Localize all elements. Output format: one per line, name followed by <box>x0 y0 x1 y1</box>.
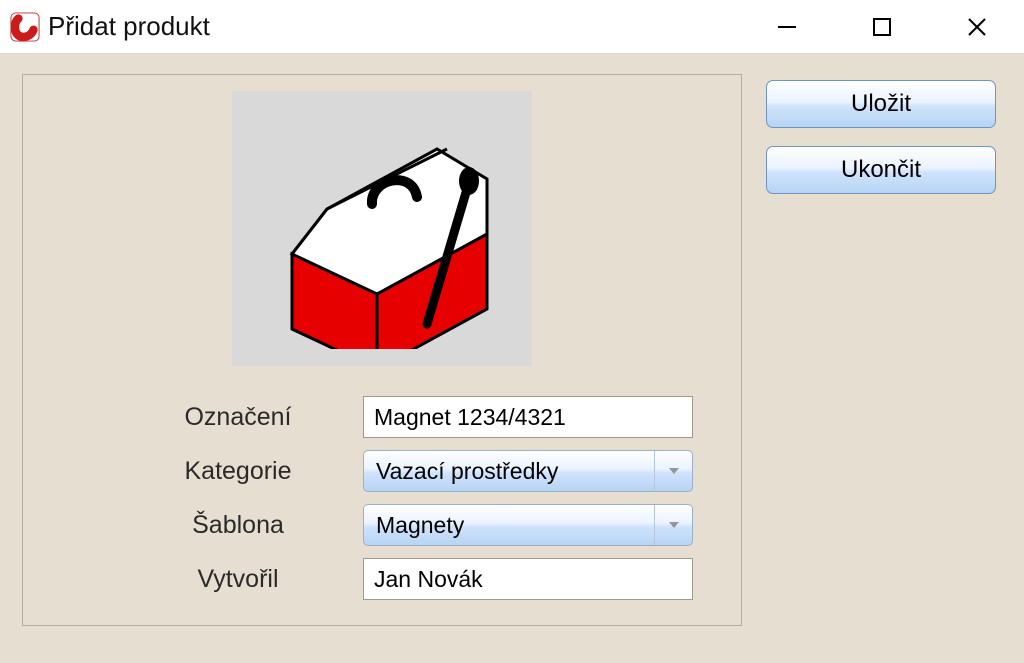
action-buttons: Uložit Ukončit <box>766 80 996 212</box>
row-created-by: Vytvořil <box>113 558 711 600</box>
close-button[interactable] <box>929 0 1024 53</box>
product-image <box>232 91 532 366</box>
product-panel: Označení Kategorie Vazací prostředky <box>22 74 742 626</box>
app-icon <box>10 12 40 42</box>
label-created-by: Vytvořil <box>113 565 363 594</box>
chevron-down-icon <box>654 505 692 545</box>
label-name: Označení <box>113 403 363 432</box>
created-by-input[interactable] <box>363 558 693 600</box>
titlebar: Přidat produkt <box>0 0 1024 54</box>
close-action-button[interactable]: Ukončit <box>766 146 996 194</box>
row-category: Kategorie Vazací prostředky <box>113 450 711 492</box>
row-template: Šablona Magnety <box>113 504 711 546</box>
window-title: Přidat produkt <box>48 11 210 42</box>
minimize-button[interactable] <box>739 0 834 53</box>
maximize-button[interactable] <box>834 0 929 53</box>
client-area: Označení Kategorie Vazací prostředky <box>0 54 1024 663</box>
template-value: Magnety <box>376 512 464 539</box>
row-name: Označení <box>113 396 711 438</box>
category-combo[interactable]: Vazací prostředky <box>363 450 693 492</box>
save-button[interactable]: Uložit <box>766 80 996 128</box>
save-button-label: Uložit <box>851 90 911 118</box>
window-controls <box>739 0 1024 53</box>
template-combo[interactable]: Magnety <box>363 504 693 546</box>
name-input[interactable] <box>363 396 693 438</box>
label-category: Kategorie <box>113 457 363 486</box>
product-form: Označení Kategorie Vazací prostředky <box>113 396 711 600</box>
label-template: Šablona <box>113 511 363 540</box>
category-value: Vazací prostředky <box>376 458 558 485</box>
close-action-label: Ukončit <box>841 156 921 184</box>
chevron-down-icon <box>654 451 692 491</box>
